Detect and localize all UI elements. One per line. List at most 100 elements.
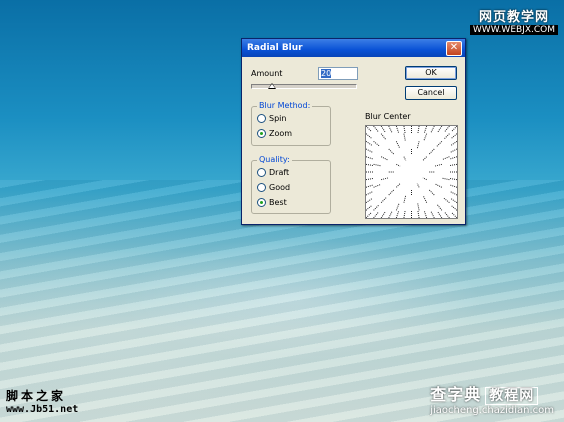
blur-ray: [365, 211, 372, 219]
blur-ray: [365, 156, 374, 160]
blur-ray: [416, 141, 420, 150]
blur-ray: [434, 183, 443, 188]
blur-ray: [450, 133, 458, 140]
blur-ray: [388, 210, 393, 219]
blur-ray: [422, 195, 428, 203]
amount-slider-track[interactable]: [251, 84, 357, 89]
radio-zoom[interactable]: Zoom: [257, 129, 292, 138]
blur-ray: [441, 177, 450, 181]
blur-method-title: Blur Method:: [257, 101, 313, 110]
blur-ray: [380, 211, 386, 219]
blur-ray: [380, 156, 389, 161]
blur-ray: [365, 133, 373, 140]
zoom-blur-pattern: [365, 125, 458, 219]
blur-ray: [451, 211, 458, 219]
blur-ray: [395, 125, 400, 134]
blur-ray: [388, 125, 393, 134]
amount-input[interactable]: 20: [318, 67, 358, 80]
blur-ray: [373, 211, 380, 219]
blur-ray: [395, 183, 401, 188]
blur-ray: [417, 125, 420, 134]
radio-circle-selected: [257, 129, 266, 138]
blur-ray: [428, 188, 435, 196]
blur-ray: [365, 184, 374, 188]
watermark-bottom-right: 查字典 教程网 jiaocheng.chazidian.com: [430, 381, 554, 416]
blur-ray: [395, 141, 401, 149]
watermark-text: 网页教学网: [478, 10, 549, 25]
blur-ray: [449, 190, 458, 196]
blur-ray: [443, 133, 450, 140]
radio-label: Zoom: [269, 129, 293, 138]
radial-blur-dialog: Radial Blur ✕ Amount 20 OK Cancel Blur M…: [241, 38, 466, 225]
blur-ray: [422, 177, 427, 181]
blur-ray: [380, 125, 386, 133]
radio-draft[interactable]: Draft: [257, 168, 289, 177]
radio-label: Draft: [269, 168, 290, 177]
radio-spin[interactable]: Spin: [257, 114, 286, 123]
blur-ray: [365, 190, 374, 196]
radio-label: Spin: [269, 114, 287, 123]
cancel-button[interactable]: Cancel: [405, 86, 457, 100]
blur-ray: [436, 203, 443, 211]
blur-ray: [365, 197, 373, 204]
blur-ray: [449, 156, 458, 160]
blur-ray: [403, 210, 406, 219]
blur-ray: [449, 148, 458, 154]
amount-slider-thumb[interactable]: [268, 83, 276, 89]
blur-ray: [423, 210, 428, 219]
quality-title: Quality:: [257, 155, 292, 164]
radio-circle: [257, 168, 266, 177]
blur-ray: [443, 211, 450, 219]
blur-ray: [449, 184, 458, 188]
blur-ray: [430, 125, 435, 134]
blur-ray: [373, 183, 382, 188]
radio-circle-selected: [257, 198, 266, 207]
watermark-text: 脚本之家: [6, 388, 67, 403]
watermark-url: www.Jb51.net: [6, 403, 79, 415]
blur-ray: [396, 163, 401, 167]
blur-ray: [388, 148, 395, 156]
blur-ray: [388, 188, 395, 196]
blur-center-preview[interactable]: [365, 125, 458, 219]
blur-ray: [365, 148, 374, 154]
watermark-text-box: 教程网: [485, 387, 539, 405]
blur-center-label: Blur Center: [365, 112, 411, 121]
watermark-url: WWW.WEBJX.COM: [469, 25, 558, 35]
blur-ray: [417, 202, 420, 211]
watermark-text: 查字典 教程网: [430, 381, 554, 405]
watermark-bottom-left: 脚本之家 www.Jb51.net: [6, 389, 78, 417]
blur-ray: [381, 177, 389, 181]
blur-ray: [449, 163, 458, 167]
blur-ray: [441, 156, 450, 161]
ok-button[interactable]: OK: [405, 66, 457, 80]
blur-ray: [417, 210, 420, 219]
blur-ray: [403, 125, 406, 134]
blur-ray: [449, 177, 458, 181]
blur-ray: [380, 133, 387, 141]
blur-ray: [365, 163, 374, 167]
blur-ray: [450, 204, 458, 211]
blur-ray: [373, 140, 381, 147]
blur-ray: [437, 125, 443, 133]
blur-ray: [395, 202, 400, 211]
radio-circle: [257, 114, 266, 123]
dialog-title-bar[interactable]: Radial Blur ✕: [242, 39, 465, 57]
quality-group: Quality: Draft Good Best: [251, 155, 331, 214]
blur-ray: [365, 125, 372, 133]
blur-ray: [380, 196, 388, 204]
radio-good[interactable]: Good: [257, 183, 290, 192]
dialog-title: Radial Blur: [247, 43, 303, 53]
blur-ray: [373, 125, 380, 133]
blur-ray: [365, 140, 373, 147]
blur-method-group: Blur Method: Spin Zoom: [251, 101, 331, 146]
amount-label: Amount: [251, 69, 283, 78]
radio-label: Good: [269, 183, 291, 192]
close-button[interactable]: ✕: [446, 41, 462, 56]
blur-ray: [450, 197, 458, 204]
blur-ray: [450, 140, 458, 147]
radio-best[interactable]: Best: [257, 198, 287, 207]
blur-ray: [423, 125, 428, 134]
watermark-text-main: 查字典: [430, 385, 482, 404]
blur-ray: [430, 210, 435, 219]
blur-ray: [423, 133, 428, 142]
